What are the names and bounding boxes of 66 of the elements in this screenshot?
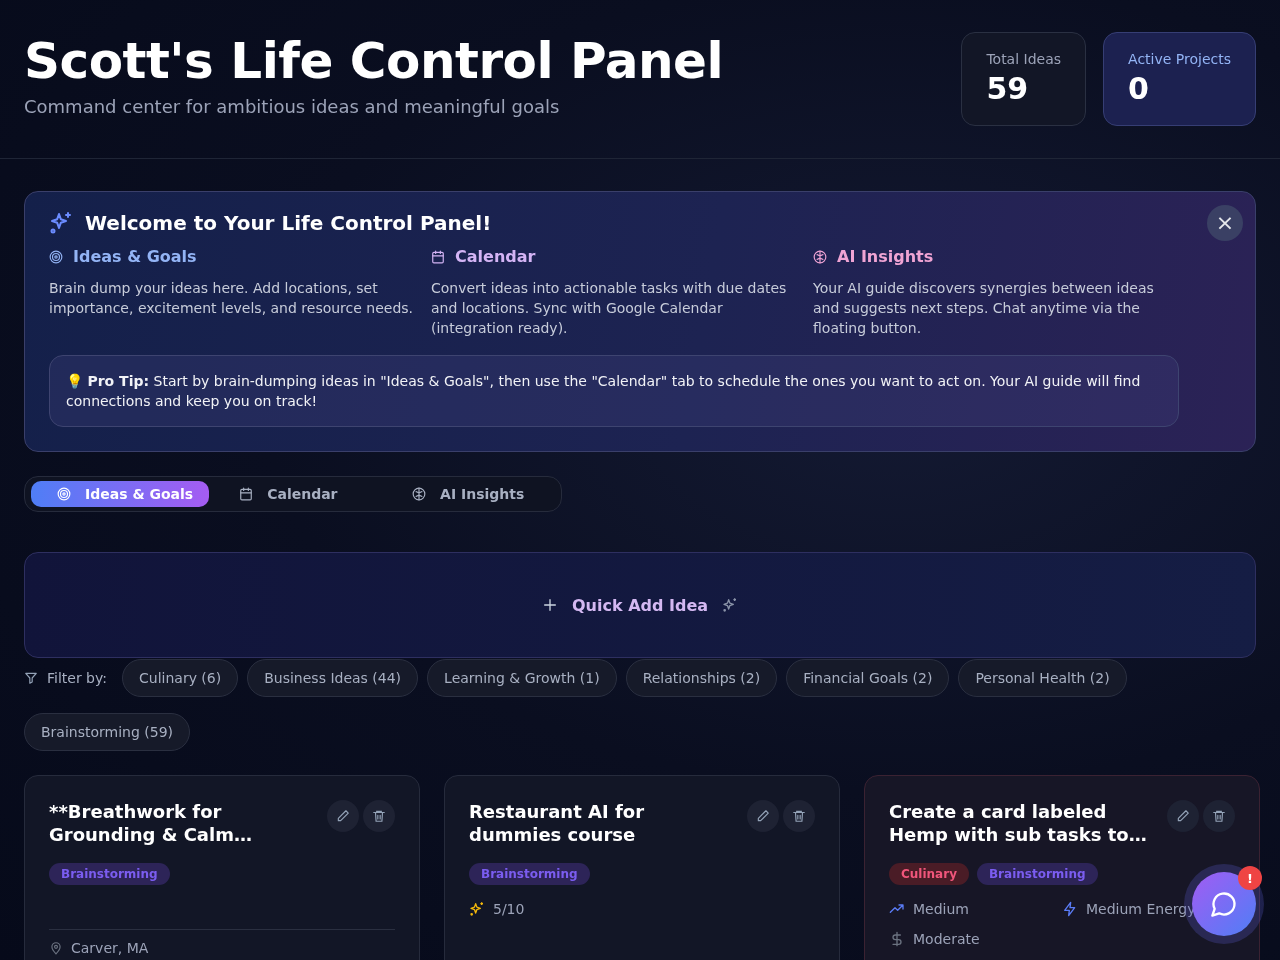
close-button[interactable]: × bbox=[1207, 205, 1243, 241]
meta-text: Carver, MA bbox=[71, 940, 149, 956]
stat-label: Total Ideas bbox=[986, 51, 1062, 67]
section-text: Your AI guide discovers synergies between ideas and suggests next steps. Chat anytime via the floating button. bbox=[813, 279, 1155, 338]
brain-icon bbox=[813, 249, 827, 264]
filter-chip[interactable]: Learning & Growth (1) bbox=[427, 659, 617, 697]
sparkles-icon bbox=[722, 597, 739, 613]
quick-add-button[interactable]: Quick Add Idea bbox=[24, 552, 1256, 658]
category-tag: Brainstorming bbox=[49, 863, 170, 885]
pin-icon bbox=[49, 941, 63, 955]
category-tag: Brainstorming bbox=[469, 863, 590, 885]
pro-tip-text: 💡 Pro Tip: Start by brain-dumping ideas in "Ideas & Goals", then use the "Calendar" tab to schedule the ones you want to act on. Your AI guide will find connections and keep you on track! bbox=[66, 373, 1141, 409]
pencil-icon bbox=[336, 809, 350, 823]
delete-button[interactable] bbox=[783, 800, 815, 832]
stat-value: 59 bbox=[986, 71, 1030, 106]
edit-button[interactable] bbox=[747, 800, 779, 832]
dollar-icon bbox=[889, 931, 905, 947]
page-subtitle: Command center for ambitious ideas and meaningful goals bbox=[24, 96, 561, 117]
stat-value: 0 bbox=[1128, 71, 1150, 106]
filter-chip[interactable]: Brainstorming (59) bbox=[24, 713, 191, 751]
edit-button[interactable] bbox=[1167, 800, 1199, 832]
trash-icon bbox=[792, 809, 806, 823]
lightning-icon bbox=[1062, 901, 1078, 917]
tab[interactable]: AI Insights bbox=[386, 481, 555, 507]
pencil-icon bbox=[1176, 809, 1190, 823]
trash-icon bbox=[1212, 809, 1226, 823]
section-text: Convert ideas into actionable tasks with due dates and locations. Sync with Google Calendar (integration ready). bbox=[431, 279, 788, 338]
filter-label: Filter by: bbox=[47, 670, 107, 686]
filter-icon bbox=[24, 671, 38, 685]
section-heading: Ideas & Goals bbox=[73, 247, 197, 266]
delete-button[interactable] bbox=[1203, 800, 1235, 832]
edit-button[interactable] bbox=[327, 800, 359, 832]
welcome-title: Welcome to Your Life Control Panel! bbox=[85, 211, 493, 235]
tab[interactable]: Calendar bbox=[213, 481, 383, 507]
meta-text: Medium bbox=[913, 901, 969, 917]
target-icon bbox=[57, 487, 71, 501]
trash-icon bbox=[372, 809, 386, 823]
section-text: Brain dump your ideas here. Add locations, set importance, excitement levels, and resource needs. bbox=[49, 279, 415, 318]
meta-text: Moderate bbox=[913, 931, 980, 947]
card-title: Restaurant AI for dummies course bbox=[469, 800, 646, 846]
calendar-icon bbox=[431, 249, 445, 264]
filter-chip[interactable]: Culinary (6) bbox=[122, 659, 239, 697]
chat-bubble-icon bbox=[1210, 890, 1238, 918]
meta-text: 5/10 bbox=[493, 901, 525, 917]
stat-label: Active Projects bbox=[1128, 51, 1231, 67]
sparkles-icon bbox=[49, 211, 73, 235]
category-tag: Culinary bbox=[889, 863, 969, 885]
category-tag: Brainstorming bbox=[976, 863, 1098, 885]
card-title: **Breathwork for Grounding & Calm… bbox=[49, 800, 253, 846]
sparkles-icon bbox=[469, 901, 485, 917]
pencil-icon bbox=[756, 809, 770, 823]
calendar-icon bbox=[239, 487, 254, 501]
plus-icon bbox=[541, 597, 558, 613]
filter-chip[interactable]: Relationships (2) bbox=[625, 659, 778, 697]
filter-chip[interactable]: Personal Health (2) bbox=[958, 659, 1127, 697]
meta-text: Medium Energy bbox=[1086, 901, 1196, 917]
target-icon bbox=[49, 249, 63, 264]
section-heading: Calendar bbox=[455, 247, 536, 266]
delete-button[interactable] bbox=[363, 800, 395, 832]
filter-chip[interactable]: Financial Goals (2) bbox=[786, 659, 950, 697]
card-title: Create a card labeled Hemp with sub tasks to… bbox=[889, 800, 1148, 846]
tab[interactable]: Ideas & Goals bbox=[31, 481, 210, 507]
page-title: Scott's Life Control Panel bbox=[24, 32, 724, 90]
section-heading: AI Insights bbox=[837, 247, 934, 266]
filter-chip[interactable]: Business Ideas (44) bbox=[247, 659, 419, 697]
brain-icon bbox=[412, 487, 427, 501]
